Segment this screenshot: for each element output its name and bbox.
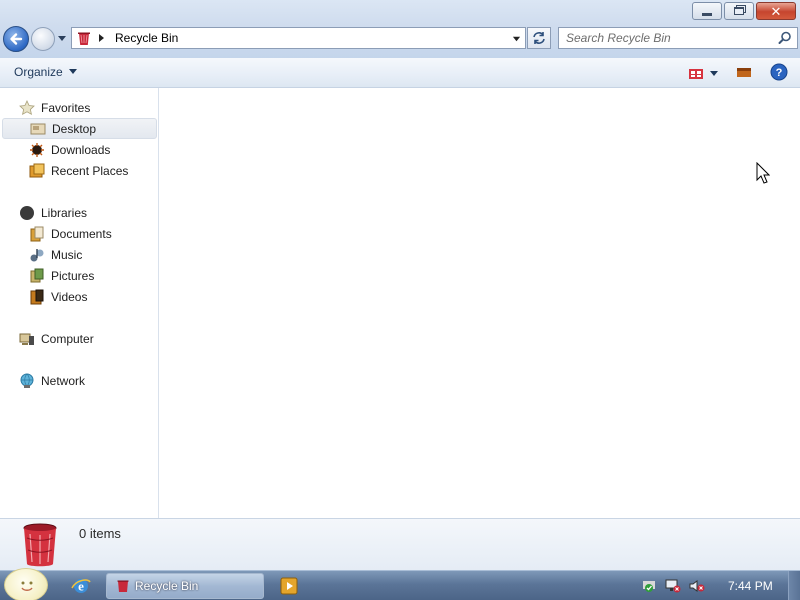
- nav-computer-label: Computer: [41, 331, 94, 346]
- start-orb-icon: [21, 581, 33, 591]
- help-icon: ?: [770, 63, 788, 81]
- nav-libraries[interactable]: Libraries: [19, 202, 87, 223]
- action-center-icon[interactable]: [640, 578, 658, 594]
- nav-item-label: Downloads: [51, 142, 111, 157]
- breadcrumb-chevron-icon[interactable]: [95, 32, 107, 44]
- chevron-down-icon: [710, 70, 718, 76]
- address-location: Recycle Bin: [115, 31, 179, 45]
- music-icon: [29, 247, 45, 263]
- search-icon[interactable]: [778, 31, 792, 45]
- preview-pane-icon: [737, 68, 751, 77]
- back-button[interactable]: [3, 26, 29, 52]
- nav-libraries-label: Libraries: [41, 205, 88, 220]
- refresh-icon: [533, 32, 545, 44]
- nav-item-videos[interactable]: Videos: [29, 286, 87, 307]
- file-list-area[interactable]: [160, 88, 800, 518]
- start-button[interactable]: [4, 568, 48, 600]
- recent-places-icon: [29, 163, 45, 179]
- downloads-icon: [29, 142, 45, 158]
- refresh-button[interactable]: [527, 27, 551, 49]
- internet-explorer-icon[interactable]: e: [71, 577, 91, 595]
- address-dropdown-icon[interactable]: [512, 34, 521, 43]
- forward-button[interactable]: [31, 27, 55, 51]
- recent-pages-dropdown-icon[interactable]: [57, 33, 67, 43]
- pictures-icon: [29, 268, 45, 284]
- desktop-icon: [30, 121, 46, 137]
- organize-button[interactable]: Organize: [14, 65, 77, 79]
- nav-favorites-label: Favorites: [41, 100, 91, 115]
- restore-icon: [734, 7, 744, 15]
- taskbar: e Recycle Bin 7:44 PM: [0, 568, 800, 600]
- navigation-pane: Favorites Desktop Downloads Recent Place…: [0, 88, 159, 518]
- command-bar: Organize ?: [0, 58, 800, 88]
- taskbar-clock[interactable]: 7:44 PM: [728, 579, 773, 593]
- show-desktop-button[interactable]: [788, 571, 800, 600]
- favorites-star-icon: [19, 99, 35, 116]
- organize-label: Organize: [14, 65, 63, 79]
- recycle-bin-icon: [78, 32, 90, 45]
- libraries-icon: [19, 205, 35, 221]
- nav-item-label: Documents: [51, 226, 112, 241]
- nav-computer[interactable]: Computer: [19, 328, 94, 349]
- network-status-icon[interactable]: [664, 578, 682, 594]
- address-bar[interactable]: Recycle Bin: [71, 27, 526, 49]
- nav-network-label: Network: [41, 373, 86, 388]
- nav-item-label: Desktop: [52, 121, 97, 136]
- help-button[interactable]: ?: [770, 63, 788, 84]
- change-view-icon: [689, 68, 703, 79]
- documents-icon: [29, 226, 45, 242]
- nav-item-documents[interactable]: Documents: [29, 223, 112, 244]
- recycle-bin-large-icon: [23, 523, 57, 567]
- mouse-pointer-icon: [756, 162, 770, 184]
- network-icon: [19, 373, 35, 389]
- nav-item-label: Pictures: [51, 268, 95, 283]
- videos-icon: [29, 289, 45, 305]
- nav-item-pictures[interactable]: Pictures: [29, 265, 94, 286]
- nav-network[interactable]: Network: [19, 370, 85, 391]
- minimize-icon: [702, 12, 712, 16]
- window-title-bar: ✕ Recycle Bin: [0, 0, 800, 58]
- taskbar-item-label: Recycle Bin: [135, 579, 199, 593]
- nav-item-downloads[interactable]: Downloads: [29, 139, 110, 160]
- command-bar-right: ?: [688, 63, 788, 84]
- recycle-bin-icon: [117, 580, 129, 592]
- arrow-left-icon: [10, 33, 23, 45]
- change-view-button[interactable]: [688, 67, 718, 81]
- svg-text:?: ?: [776, 67, 783, 79]
- nav-item-label: Recent Places: [51, 163, 129, 178]
- nav-item-recent-places[interactable]: Recent Places: [29, 160, 128, 181]
- nav-item-music[interactable]: Music: [29, 244, 82, 265]
- preview-pane-button[interactable]: [736, 65, 752, 82]
- taskbar-item-recycle-bin[interactable]: Recycle Bin: [106, 573, 264, 599]
- chevron-down-icon: [68, 69, 77, 74]
- nav-favorites[interactable]: Favorites: [19, 97, 90, 118]
- minimize-button[interactable]: [692, 2, 722, 20]
- search-box[interactable]: [558, 27, 798, 49]
- nav-item-label: Videos: [51, 289, 88, 304]
- search-input[interactable]: [566, 28, 776, 48]
- volume-muted-icon[interactable]: [688, 578, 706, 594]
- details-pane: 0 items: [0, 518, 800, 570]
- nav-item-desktop[interactable]: Desktop: [2, 118, 157, 139]
- media-player-icon[interactable]: [280, 577, 298, 595]
- maximize-button[interactable]: [724, 2, 754, 20]
- item-count: 0 items: [79, 526, 121, 541]
- close-button[interactable]: ✕: [756, 2, 796, 20]
- nav-item-label: Music: [51, 247, 83, 262]
- system-tray: [640, 578, 706, 594]
- computer-icon: [19, 331, 35, 347]
- close-icon: ✕: [770, 3, 782, 19]
- caption-buttons: ✕: [692, 2, 796, 20]
